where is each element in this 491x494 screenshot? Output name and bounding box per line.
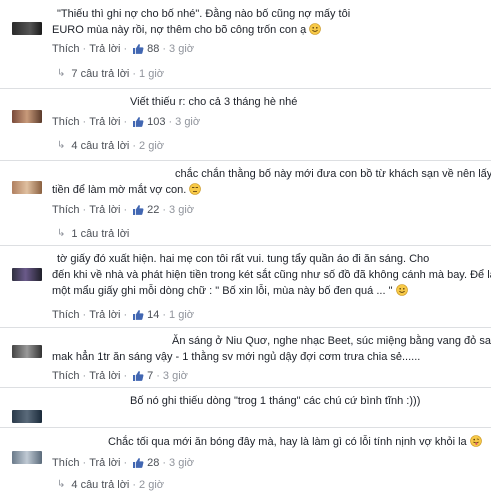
thumbs-up-icon [133, 458, 144, 468]
comment-text: Viết thiếu r: cho cả 3 tháng hè nhé [130, 96, 298, 108]
reply-link[interactable]: Trả lời [89, 42, 120, 56]
replies-timestamp: 2 giờ [139, 140, 164, 152]
view-replies[interactable]: ↳ 7 câu trả lời · 1 giờ [57, 67, 164, 81]
like-link[interactable]: Thích [52, 456, 80, 470]
timestamp[interactable]: 3 giờ [175, 115, 200, 129]
like-link[interactable]: Thích [52, 369, 80, 383]
comment-actions: Thích · Trả lời · 7 · 3 giờ [52, 369, 188, 383]
comment-actions: Thích · Trả lời · 103 · 3 giờ [52, 115, 201, 129]
view-replies[interactable]: ↳ 1 câu trả lời [57, 227, 129, 241]
like-link[interactable]: Thích [52, 308, 80, 322]
timestamp[interactable]: 3 giờ [163, 369, 188, 383]
smile-emoji-icon [309, 23, 322, 35]
smile-emoji-icon [395, 284, 408, 296]
divider [0, 88, 491, 89]
divider [0, 327, 491, 328]
like-count[interactable]: 103 [147, 115, 165, 129]
comment-text: Ăn sáng ở Niu Quơ, nghe nhạc Beet, súc m… [172, 335, 491, 347]
comment-text: EURO mùa này rồi, nợ thêm cho bõ công tr… [52, 22, 322, 38]
like-count[interactable]: 14 [147, 308, 159, 322]
avatar[interactable] [12, 268, 42, 281]
like-count[interactable]: 22 [147, 203, 159, 217]
reply-link[interactable]: Trả lời [89, 369, 120, 383]
avatar[interactable] [12, 410, 42, 423]
reply-link[interactable]: Trả lời [89, 456, 120, 470]
comment-text: "Thiếu thì ghi nợ cho bố nhé". Đằng nào … [57, 8, 351, 20]
comment-actions: Thích · Trả lời · 14 · 1 giờ [52, 308, 194, 322]
comment-actions: Thích · Trả lời · 88 · 3 giờ [52, 42, 194, 56]
reply-link[interactable]: Trả lời [89, 203, 120, 217]
comment-text: mak hẳn 1tr ăn sáng vậy - 1 thằng sv mới… [52, 351, 421, 363]
comment-text: Chắc tối qua mới ăn bóng đây mà, hay là … [108, 434, 482, 450]
like-count[interactable]: 28 [147, 456, 159, 470]
replies-timestamp: 1 giờ [139, 68, 164, 80]
comment-text: một mẩu giấy ghi mỗi dòng chữ : " Bố xin… [52, 283, 408, 299]
divider [0, 387, 491, 388]
replies-timestamp: 2 giờ [139, 479, 164, 491]
comment-text: đến khi về nhà và phát hiện tiền trong k… [52, 269, 491, 281]
timestamp[interactable]: 3 giờ [169, 203, 194, 217]
comment-feed: "Thiếu thì ghi nợ cho bố nhé". Đằng nào … [0, 0, 491, 494]
comment-actions: Thích · Trả lời · 28 · 3 giờ [52, 456, 194, 470]
reply-arrow-icon: ↳ [57, 228, 66, 239]
thumbs-up-icon [133, 205, 144, 215]
reply-link[interactable]: Trả lời [89, 115, 120, 129]
thumbs-up-icon [133, 117, 144, 127]
avatar[interactable] [12, 345, 42, 358]
thumbs-up-icon [133, 44, 144, 54]
avatar[interactable] [12, 181, 42, 194]
view-replies[interactable]: ↳ 4 câu trả lời · 2 giờ [57, 478, 164, 492]
avatar[interactable] [12, 451, 42, 464]
replies-count-link[interactable]: 7 câu trả lời [71, 67, 129, 81]
like-link[interactable]: Thích [52, 42, 80, 56]
comment-text: chắc chắn thằng bố này mới đưa con bồ từ… [175, 168, 491, 180]
avatar[interactable] [12, 110, 42, 123]
comment-text: Bố nó ghi thiếu dòng "trog 1 tháng" các … [130, 395, 421, 407]
replies-count-link[interactable]: 4 câu trả lời [71, 139, 129, 153]
reply-arrow-icon: ↳ [57, 68, 66, 79]
comment-text: tờ giấy đó xuất hiện. hai mẹ con tôi rất… [57, 253, 430, 265]
divider [0, 427, 491, 428]
divider [0, 245, 491, 246]
view-replies[interactable]: ↳ 4 câu trả lời · 2 giờ [57, 139, 164, 153]
reply-arrow-icon: ↳ [57, 140, 66, 151]
tongue-emoji-icon [469, 435, 482, 447]
unamused-emoji-icon [189, 183, 202, 195]
timestamp[interactable]: 1 giờ [169, 308, 194, 322]
like-count[interactable]: 88 [147, 42, 159, 56]
reply-arrow-icon: ↳ [57, 479, 66, 490]
comment-actions: Thích · Trả lời · 22 · 3 giờ [52, 203, 194, 217]
comment-text: tiền để làm mờ mắt vợ con. [52, 182, 202, 198]
like-link[interactable]: Thích [52, 115, 80, 129]
timestamp[interactable]: 3 giờ [169, 456, 194, 470]
thumbs-up-icon [133, 310, 144, 320]
avatar[interactable] [12, 22, 42, 35]
thumbs-up-icon [133, 371, 144, 381]
divider [0, 160, 491, 161]
replies-count-link[interactable]: 1 câu trả lời [71, 227, 129, 241]
like-link[interactable]: Thích [52, 203, 80, 217]
reply-link[interactable]: Trả lời [89, 308, 120, 322]
replies-count-link[interactable]: 4 câu trả lời [71, 478, 129, 492]
like-count[interactable]: 7 [147, 369, 153, 383]
timestamp[interactable]: 3 giờ [169, 42, 194, 56]
